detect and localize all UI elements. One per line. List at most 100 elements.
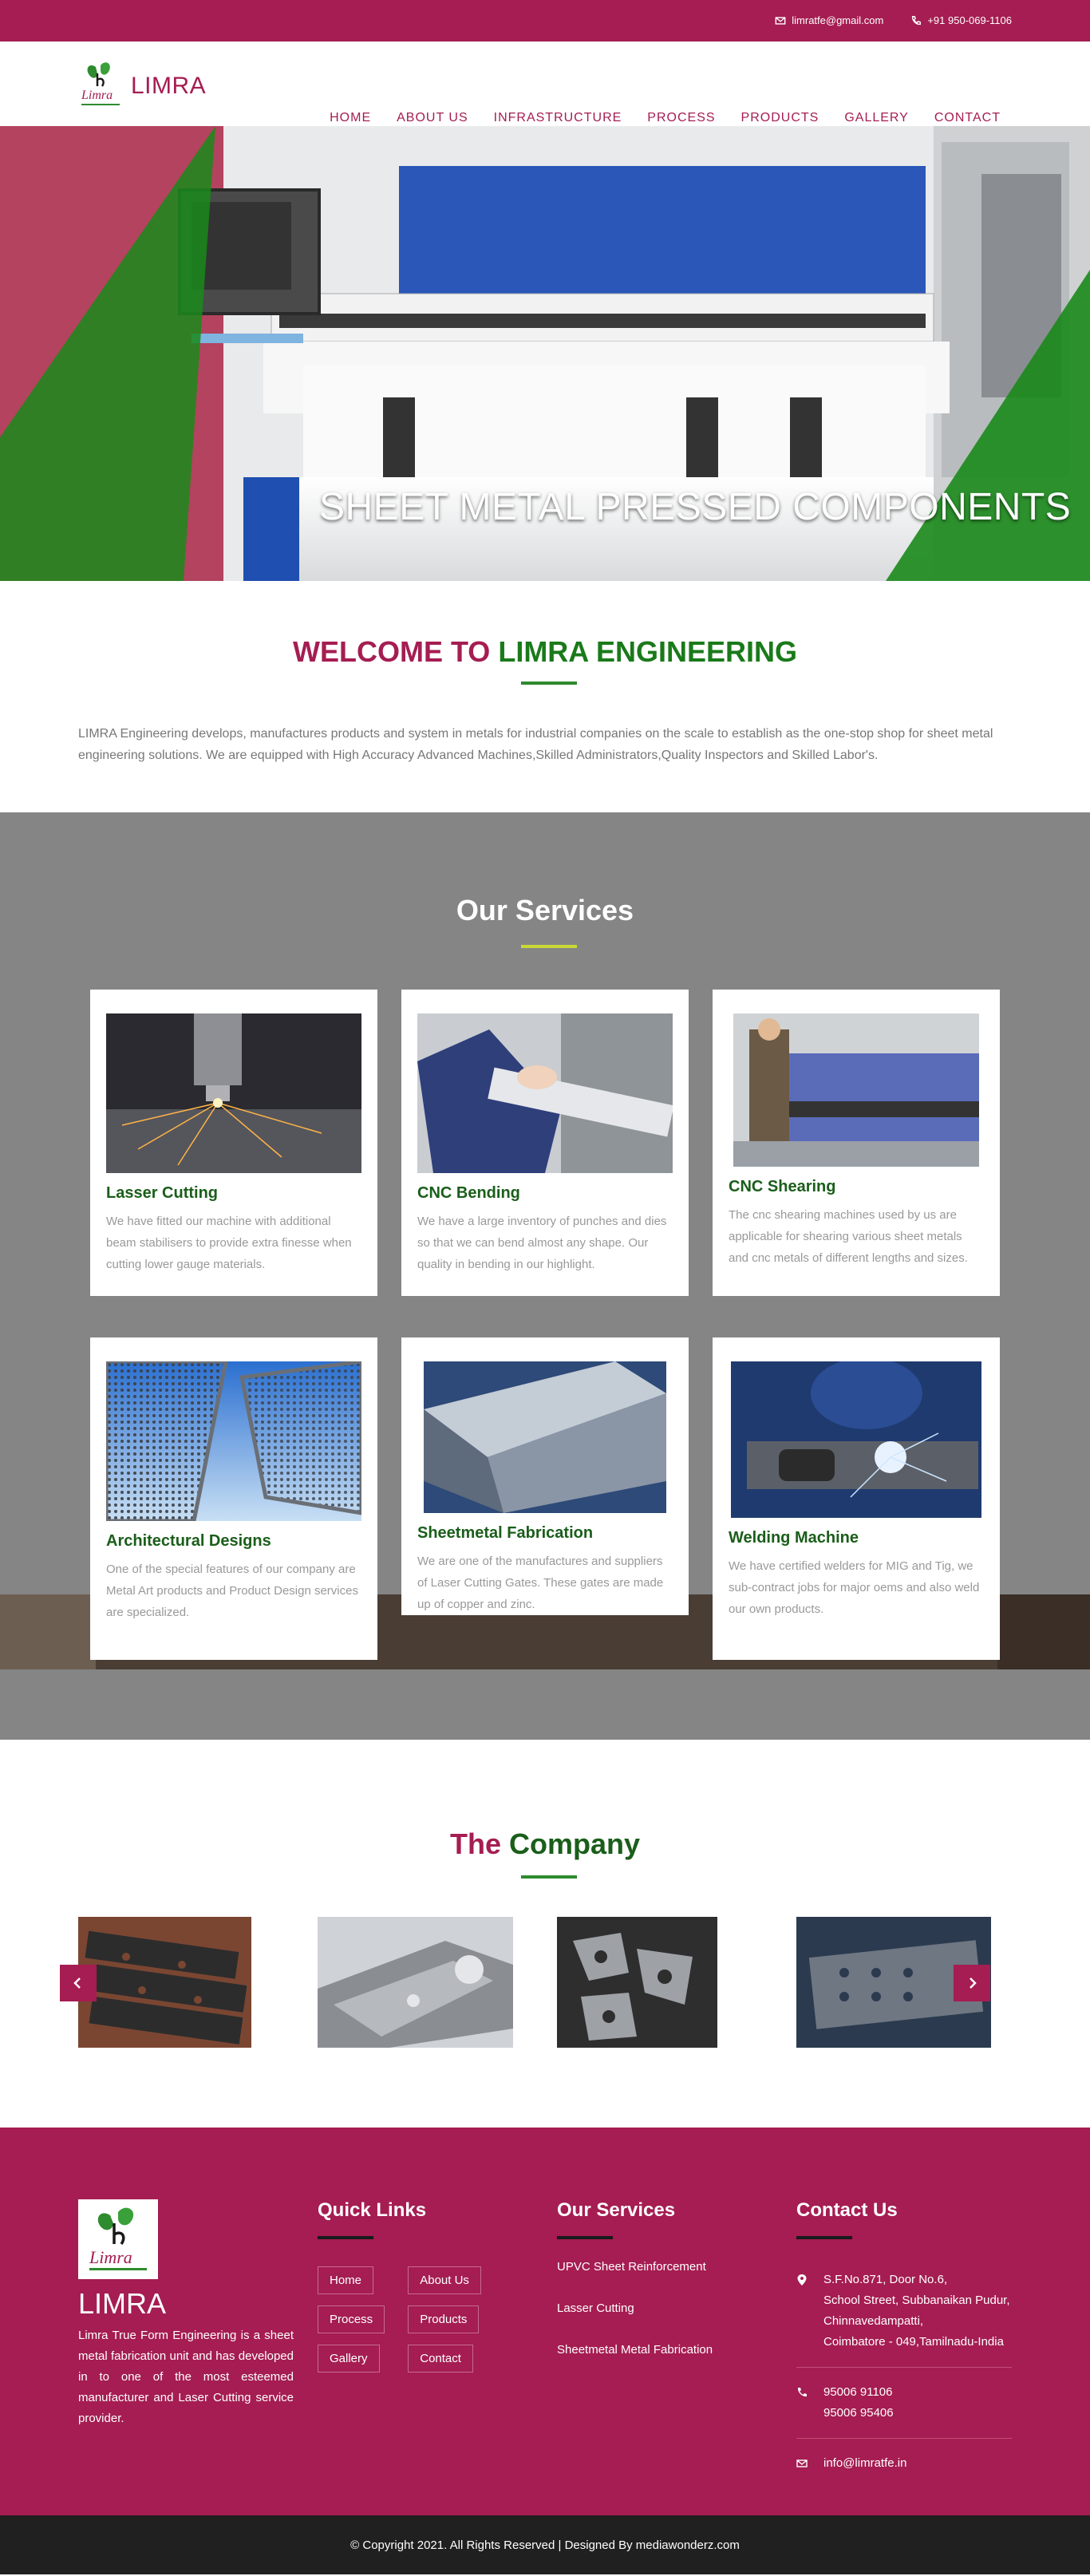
service-card-architectural-designs[interactable]: Architectural Designs One of the special…: [90, 1337, 377, 1660]
service-card-text: We have fitted our machine with addition…: [106, 1215, 352, 1271]
nav-home[interactable]: HOME: [330, 111, 371, 125]
footer-logo-icon: Limra: [78, 2199, 158, 2279]
service-card-text: One of the special features of our compa…: [106, 1563, 358, 1619]
service-card-text: We are one of the manufactures and suppl…: [417, 1555, 664, 1611]
phone-icon: [912, 15, 922, 25]
service-card-title: Architectural Designs: [106, 1532, 271, 1550]
services-section: Our Services Lasser Cutting We have fitt…: [0, 812, 1090, 1740]
address-line: Coimbatore - 049,Tamilnadu-India: [823, 2335, 1004, 2349]
service-card-cnc-bending[interactable]: CNC Bending We have a large inventory of…: [401, 990, 689, 1296]
service-card-text: The cnc shearing machines used by us are…: [729, 1208, 968, 1265]
topbar-email-text: limratfe@gmail.com: [792, 14, 884, 26]
heading-underline: [521, 1875, 577, 1879]
footer-services-heading: Our Services: [557, 2199, 676, 2221]
quick-link-gallery[interactable]: Gallery: [318, 2345, 380, 2373]
phone-number[interactable]: 95006 91106: [823, 2382, 894, 2403]
contact-phones: 95006 91106 95006 95406: [796, 2368, 1012, 2439]
carousel-prev-button[interactable]: [60, 1965, 97, 2001]
heading-underline: [557, 2236, 613, 2239]
welcome-section: WELCOME TO LIMRA ENGINEERING LIMRA Engin…: [0, 581, 1090, 812]
sheetmetal-fabrication-image: [424, 1361, 666, 1513]
phone-number[interactable]: 95006 95406: [823, 2403, 894, 2424]
copyright-bar: © Copyright 2021. All Rights Reserved | …: [0, 2515, 1090, 2574]
architectural-designs-image: [106, 1361, 361, 1521]
services-heading: Our Services: [456, 894, 634, 926]
topbar-phone[interactable]: +91 950-069-1106: [910, 14, 1012, 26]
email-address[interactable]: info@limratfe.in: [823, 2453, 906, 2474]
service-card-title: CNC Shearing: [729, 1178, 836, 1195]
envelope-icon: [775, 16, 786, 25]
map-marker-icon: [797, 2274, 807, 2286]
company-slide-1[interactable]: [78, 1917, 251, 2048]
footer-quick-links: Quick Links Home About Us Process Produc…: [318, 2199, 493, 2373]
svg-text:Limra: Limra: [89, 2247, 132, 2267]
service-card-title: Lasser Cutting: [106, 1184, 219, 1202]
company-section: The Company: [0, 1740, 1090, 2128]
brand-name: LIMRA: [131, 73, 207, 99]
envelope-icon: [796, 2459, 808, 2467]
heading-underline: [521, 682, 577, 685]
footer-service-link[interactable]: UPVC Sheet Reinforcement: [557, 2260, 713, 2274]
footer-about-text: Limra True Form Engineering is a sheet m…: [78, 2329, 294, 2425]
service-card-welding-machine[interactable]: Welding Machine We have certified welder…: [713, 1337, 1000, 1660]
footer-contact-heading: Contact Us: [796, 2199, 898, 2221]
footer-service-link[interactable]: Sheetmetal Metal Fabrication: [557, 2343, 713, 2357]
quick-link-home[interactable]: Home: [318, 2266, 374, 2294]
address-line: S.F.No.871, Door No.6,: [823, 2273, 948, 2286]
company-heading: The Company: [0, 1827, 1090, 1861]
heading-underline: [796, 2236, 852, 2239]
logo-icon: Limra: [78, 59, 123, 113]
service-card-text: We have certified welders for MIG and Ti…: [729, 1559, 980, 1616]
contact-address: S.F.No.871, Door No.6, School Street, Su…: [796, 2255, 1012, 2368]
nav-contact[interactable]: CONTACT: [934, 111, 1001, 125]
quick-link-process[interactable]: Process: [318, 2305, 385, 2333]
address-line: Chinnavedampatti,: [823, 2314, 924, 2328]
hero-banner: SHEET METAL PRESSED COMPONENTS: [0, 126, 1090, 581]
phone-icon: [797, 2388, 807, 2397]
company-slide-2[interactable]: [318, 1917, 513, 2048]
cnc-shearing-image: [733, 1013, 979, 1167]
main-nav: HOME ABOUT US INFRASTRUCTURE PROCESS PRO…: [330, 111, 1001, 125]
hero-title: SHEET METAL PRESSED COMPONENTS: [319, 486, 1072, 528]
topbar-email[interactable]: limratfe@gmail.com: [775, 14, 883, 26]
nav-about-us[interactable]: ABOUT US: [397, 111, 468, 125]
footer-service-link[interactable]: Lasser Cutting: [557, 2301, 713, 2315]
quick-link-contact[interactable]: Contact: [408, 2345, 473, 2373]
company-heading-a: The: [449, 1827, 501, 1860]
footer-services: Our Services UPVC Sheet Reinforcement La…: [557, 2199, 713, 2384]
chevron-right-icon: [970, 1977, 977, 1989]
welcome-heading-b: LIMRA ENGINEERING: [498, 635, 798, 668]
welcome-heading: WELCOME TO LIMRA ENGINEERING: [0, 635, 1090, 669]
service-card-laser-cutting[interactable]: Lasser Cutting We have fitted our machin…: [90, 990, 377, 1296]
contact-email: info@limratfe.in: [796, 2439, 1012, 2488]
welcome-text: LIMRA Engineering develops, manufactures…: [78, 727, 993, 762]
nav-products[interactable]: PRODUCTS: [741, 111, 819, 125]
address-line: School Street, Subbanaikan Pudur,: [823, 2294, 1010, 2307]
site-header: Limra LIMRA HOME ABOUT US INFRASTRUCTURE…: [0, 41, 1090, 126]
svg-text:Limra: Limra: [81, 89, 113, 102]
quick-links-list: Home About Us Process Products Gallery C…: [318, 2266, 493, 2373]
service-card-title: Sheetmetal Fabrication: [417, 1524, 594, 1542]
quick-link-products[interactable]: Products: [408, 2305, 480, 2333]
company-heading-b: Company: [509, 1827, 641, 1860]
service-card-sheetmetal-fabrication[interactable]: Sheetmetal Fabrication We are one of the…: [401, 1337, 689, 1615]
service-card-title: CNC Bending: [417, 1184, 520, 1202]
welding-machine-image: [731, 1361, 981, 1518]
copyright-text: © Copyright 2021. All Rights Reserved | …: [350, 2538, 740, 2552]
nav-gallery[interactable]: GALLERY: [844, 111, 909, 125]
footer-services-list: UPVC Sheet Reinforcement Lasser Cutting …: [557, 2260, 713, 2357]
company-slide-3[interactable]: [557, 1917, 717, 2048]
carousel-next-button[interactable]: [954, 1965, 990, 2001]
brand-logo-link[interactable]: Limra LIMRA: [78, 59, 206, 113]
topbar-phone-text: +91 950-069-1106: [927, 14, 1012, 26]
quick-link-about-us[interactable]: About Us: [408, 2266, 481, 2294]
footer-brand-name: LIMRA: [78, 2287, 167, 2320]
service-card-cnc-shearing[interactable]: CNC Shearing The cnc shearing machines u…: [713, 990, 1000, 1296]
service-card-text: We have a large inventory of punches and…: [417, 1215, 667, 1271]
nav-process[interactable]: PROCESS: [647, 111, 715, 125]
footer-contact: Contact Us S.F.No.871, Door No.6, School…: [796, 2199, 1012, 2488]
heading-underline: [318, 2236, 373, 2239]
nav-infrastructure[interactable]: INFRASTRUCTURE: [494, 111, 622, 125]
chevron-left-icon: [73, 1977, 81, 1989]
cnc-bending-image: [417, 1013, 673, 1173]
